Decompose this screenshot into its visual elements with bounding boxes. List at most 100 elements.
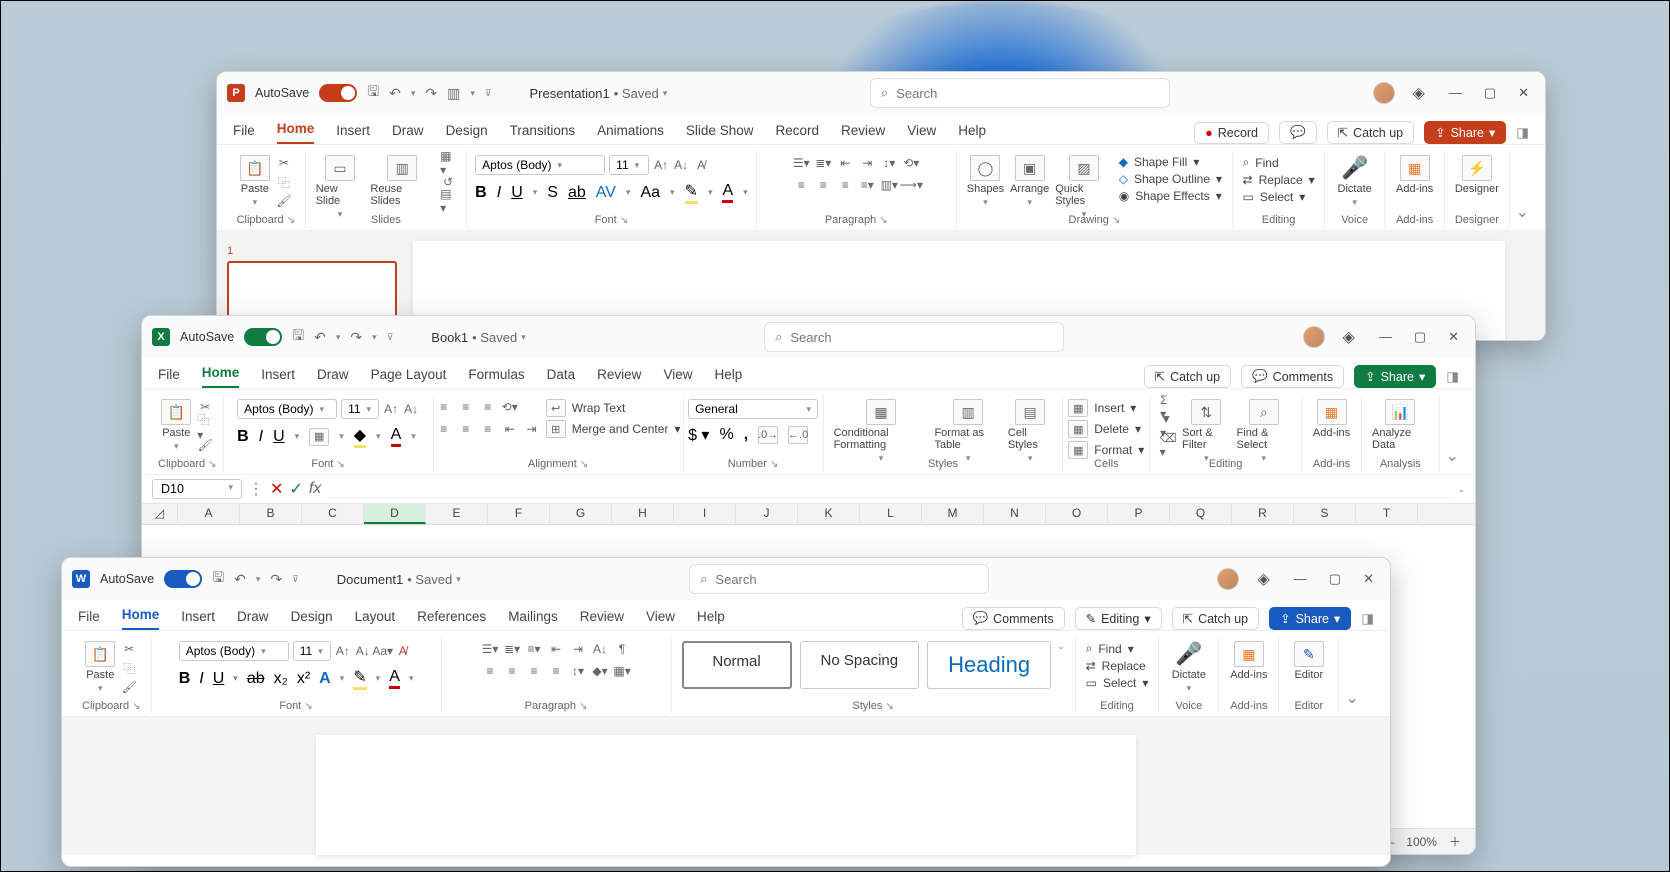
ribbon-display-icon[interactable]: ◨ <box>1446 369 1459 385</box>
catchup-button[interactable]: ⇱ Catch up <box>1144 365 1232 388</box>
copy-icon[interactable]: ⿻ <box>121 660 137 676</box>
find-button[interactable]: ⌕ Find ▾ <box>1086 641 1149 656</box>
tab-draw[interactable]: Draw <box>237 609 269 630</box>
maximize-button[interactable]: ▢ <box>1414 329 1426 345</box>
clear-format-icon[interactable]: A̸ <box>693 157 709 173</box>
shape-fill-button[interactable]: ◆Shape Fill ▾ <box>1119 155 1222 169</box>
col-header-C[interactable]: C <box>302 504 364 524</box>
shrink-font-icon[interactable]: A↓ <box>355 643 371 659</box>
from-beginning-icon[interactable]: ▥ <box>447 85 460 102</box>
diamond-icon[interactable]: ◈ <box>1413 83 1425 103</box>
col-header-Q[interactable]: Q <box>1170 504 1232 524</box>
document-page[interactable] <box>316 735 1136 855</box>
addins-button[interactable]: ▦Add-ins <box>1230 641 1267 681</box>
select-button[interactable]: ▭ Select ▾ <box>1243 190 1315 204</box>
close-button[interactable]: ✕ <box>1518 85 1529 101</box>
reuse-slides-button[interactable]: ▥Reuse Slides <box>370 155 434 207</box>
minimize-button[interactable]: — <box>1379 329 1392 345</box>
maximize-button[interactable]: ▢ <box>1484 85 1496 101</box>
col-header-N[interactable]: N <box>984 504 1046 524</box>
font-color-icon[interactable]: A <box>722 182 733 203</box>
numbering-icon[interactable]: ≣▾ <box>815 155 831 171</box>
tab-draw[interactable]: Draw <box>392 123 424 144</box>
borders-icon[interactable]: ▦ <box>309 428 329 446</box>
col-header-H[interactable]: H <box>612 504 674 524</box>
tab-help[interactable]: Help <box>697 609 725 630</box>
font-size-dropdown[interactable]: 11▾ <box>341 399 379 419</box>
find-select-button[interactable]: ⌕Find & Select▾ <box>1237 399 1292 464</box>
style-nospacing[interactable]: No Spacing <box>800 641 920 689</box>
shape-effects-button[interactable]: ◉Shape Effects ▾ <box>1119 189 1222 203</box>
designer-button[interactable]: ⚡Designer <box>1455 155 1499 195</box>
fill-color-icon[interactable]: ◆ <box>354 425 366 448</box>
addins-button[interactable]: ▦Add-ins <box>1313 399 1350 439</box>
addins-button[interactable]: ▦Add-ins <box>1396 155 1433 195</box>
paste-button[interactable]: 📋Paste▾ <box>240 155 270 208</box>
document-title[interactable]: Book1• Saved▾ <box>431 330 525 345</box>
tab-pagelayout[interactable]: Page Layout <box>371 367 447 388</box>
tab-help[interactable]: Help <box>714 367 742 388</box>
bold-button[interactable]: B <box>179 670 191 688</box>
tab-draw[interactable]: Draw <box>317 367 349 388</box>
show-marks-icon[interactable]: ¶ <box>614 641 630 657</box>
catchup-button[interactable]: ⇱ Catch up <box>1327 121 1415 144</box>
format-painter-icon[interactable]: 🖌 <box>276 193 292 209</box>
align-left-icon[interactable]: ≡ <box>482 663 498 679</box>
formula-bar[interactable] <box>327 480 1451 498</box>
format-painter-icon[interactable]: 🖌 <box>121 679 137 695</box>
font-color-icon[interactable]: A <box>391 426 402 447</box>
editor-button[interactable]: ✎Editor <box>1294 641 1324 681</box>
col-header-T[interactable]: T <box>1356 504 1418 524</box>
tab-file[interactable]: File <box>233 123 255 144</box>
tab-file[interactable]: File <box>78 609 100 630</box>
user-avatar[interactable] <box>1373 82 1395 104</box>
char-spacing-icon[interactable]: AV <box>596 184 616 202</box>
tab-animations[interactable]: Animations <box>597 123 664 144</box>
diamond-icon[interactable]: ◈ <box>1257 569 1269 589</box>
new-slide-button[interactable]: ▭New Slide▾ <box>316 155 365 220</box>
align-left-icon[interactable]: ≡ <box>436 421 452 437</box>
select-all-corner[interactable]: ◿ <box>142 504 178 524</box>
percent-icon[interactable]: % <box>719 426 733 444</box>
redo-icon[interactable]: ↷ <box>270 571 282 588</box>
quick-styles-button[interactable]: ▨Quick Styles▾ <box>1055 155 1113 220</box>
fx-icon[interactable]: fx <box>309 480 321 498</box>
dialog-launcher-icon[interactable]: ↘ <box>287 215 295 226</box>
change-case-icon[interactable]: Aa▾ <box>375 643 391 659</box>
col-header-E[interactable]: E <box>426 504 488 524</box>
tab-insert[interactable]: Insert <box>181 609 215 630</box>
arrange-button[interactable]: ▣Arrange▾ <box>1010 155 1049 208</box>
tab-review[interactable]: Review <box>597 367 641 388</box>
tab-home[interactable]: Home <box>122 607 160 630</box>
dictate-button[interactable]: 🎤Dictate▾ <box>1338 155 1372 208</box>
borders-icon[interactable]: ▦▾ <box>614 663 630 679</box>
bold-button[interactable]: B <box>475 184 487 202</box>
align-center-icon[interactable]: ≡ <box>504 663 520 679</box>
col-header-P[interactable]: P <box>1108 504 1170 524</box>
currency-icon[interactable]: $ ▾ <box>688 425 709 445</box>
change-case-icon[interactable]: Aa <box>640 184 660 202</box>
align-top-icon[interactable]: ≡ <box>436 399 452 415</box>
tab-references[interactable]: References <box>417 609 486 630</box>
tab-view[interactable]: View <box>907 123 936 144</box>
indent-dec-icon[interactable]: ⇤ <box>548 641 564 657</box>
clear-icon[interactable]: ⌫ ▾ <box>1160 437 1176 453</box>
close-button[interactable]: ✕ <box>1363 571 1374 587</box>
align-bot-icon[interactable]: ≡ <box>480 399 496 415</box>
tab-transitions[interactable]: Transitions <box>510 123 576 144</box>
indent-inc-icon[interactable]: ⇥ <box>524 421 540 437</box>
wrap-text-button[interactable]: ↩Wrap Text <box>546 399 681 417</box>
align-center-icon[interactable]: ≡ <box>458 421 474 437</box>
comments-button[interactable]: 💬 Comments <box>1241 365 1344 388</box>
underline-button[interactable]: U <box>511 184 523 202</box>
layout-icon[interactable]: ▦ ▾ <box>440 155 456 171</box>
number-format-dropdown[interactable]: General▾ <box>688 399 818 419</box>
minimize-button[interactable]: — <box>1449 85 1462 101</box>
style-heading1[interactable]: Heading <box>927 641 1051 689</box>
cond-format-button[interactable]: ▦Conditional Formatting▾ <box>834 399 929 464</box>
cancel-icon[interactable]: ✕ <box>270 479 283 499</box>
delete-cells-button[interactable]: ▦Delete ▾ <box>1068 420 1144 438</box>
qat-more-icon[interactable]: ⊽ <box>387 332 394 343</box>
minimize-button[interactable]: — <box>1294 571 1307 587</box>
indent-inc-icon[interactable]: ⇥ <box>570 641 586 657</box>
